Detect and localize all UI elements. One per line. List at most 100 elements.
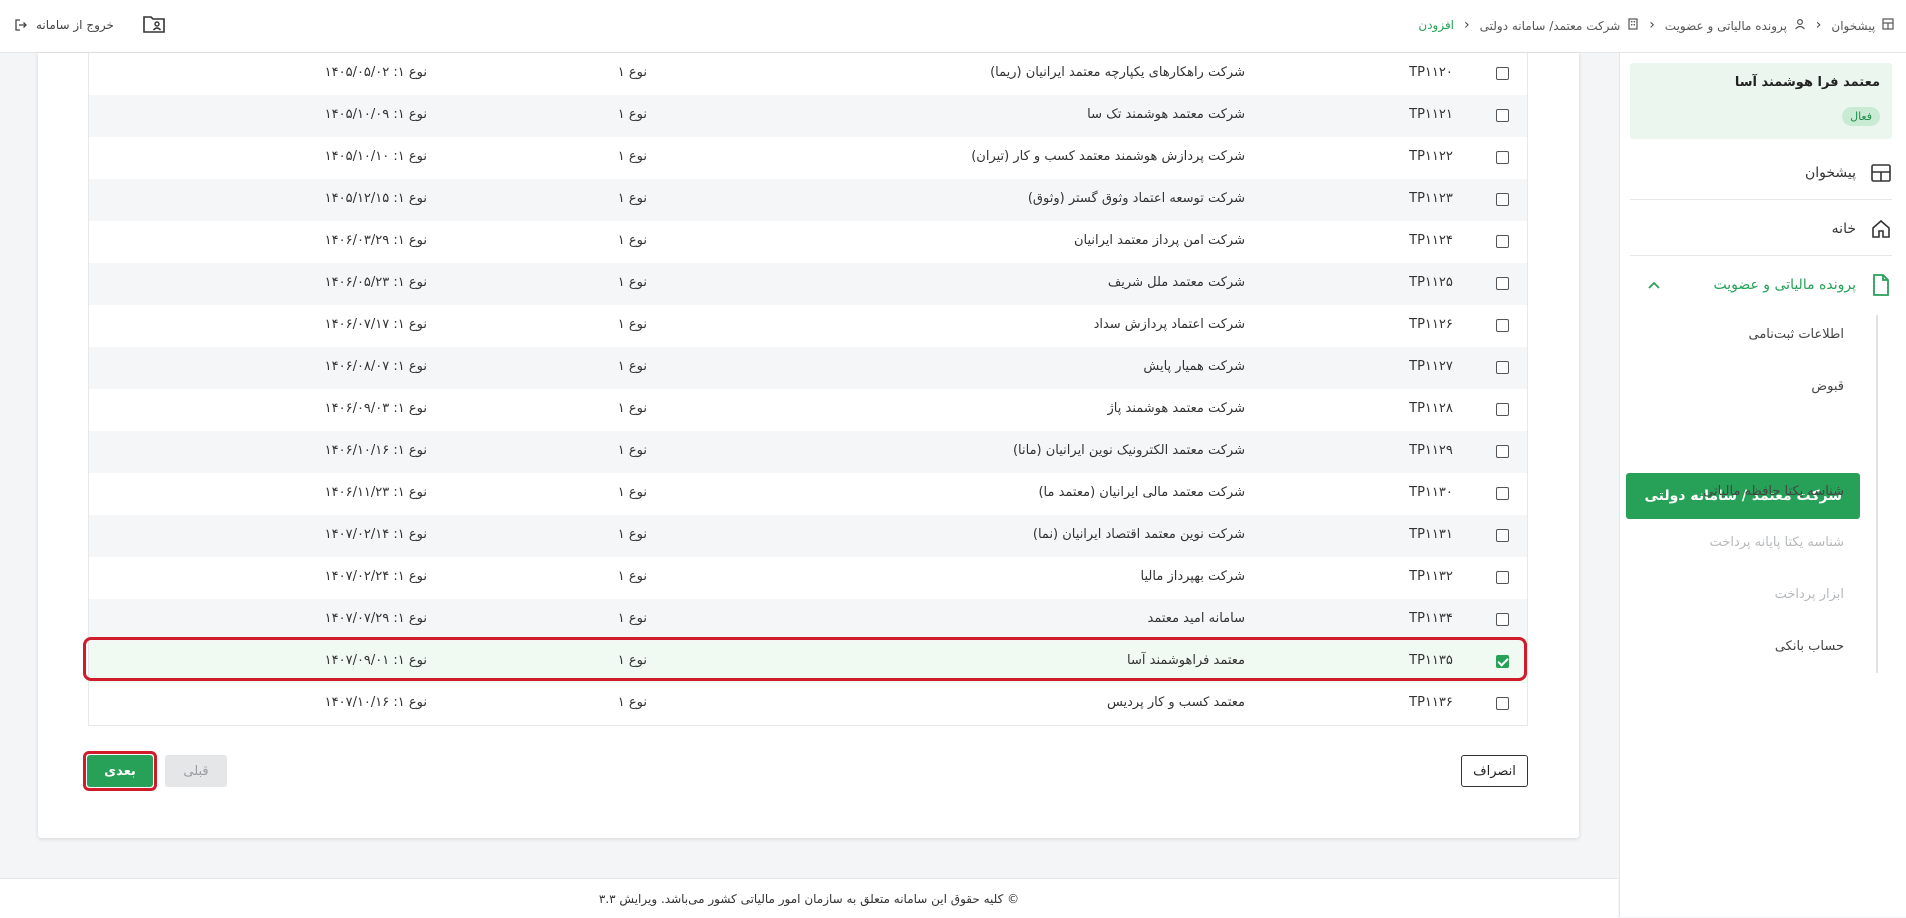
row-checkbox[interactable] [1496, 67, 1509, 80]
folder-user-icon [143, 15, 165, 33]
table-row: TP۱۱۲۷ شرکت همیار پایش نوع ۱ نوع ۱: ۱۴۰۶… [89, 347, 1527, 389]
row-checkbox[interactable] [1496, 529, 1509, 542]
table-row: TP۱۱۲۲ شرکت پردازش هوشمند معتمد کسب و کا… [89, 137, 1527, 179]
sidebar-subitem-bank-account[interactable]: حساب بانکی [1644, 639, 1844, 654]
row-checkbox[interactable] [1496, 277, 1509, 290]
table-row: TP۱۱۲۸ شرکت معتمد هوشمند پاژ نوع ۱ نوع ۱… [89, 389, 1527, 431]
row-checkbox[interactable] [1496, 487, 1509, 500]
row-name: شرکت معتمد مالی ایرانیان (معتمد ما) [1038, 485, 1245, 500]
row-name: شرکت امن پرداز معتمد ایرانیان [1073, 233, 1245, 248]
previous-button: قبلی [165, 755, 227, 787]
table-row: TP۱۱۲۴ شرکت امن پرداز معتمد ایرانیان نوع… [89, 221, 1527, 263]
row-type: نوع ۱ [617, 107, 647, 122]
row-expiry: نوع ۱: ۱۴۰۷/۰۲/۲۴ [324, 569, 427, 584]
sidebar-subitem-bills[interactable]: قبوض [1644, 379, 1844, 394]
row-checkbox[interactable] [1496, 319, 1509, 332]
row-expiry: نوع ۱: ۱۴۰۵/۱۰/۱۰ [324, 149, 427, 164]
table-row: TP۱۱۳۱ شرکت نوین معتمد اقتصاد ایرانیان (… [89, 515, 1527, 557]
row-checkbox[interactable] [1496, 613, 1509, 626]
sidebar-item-tax-file[interactable]: پرونده مالیاتی و عضویت [1630, 259, 1892, 311]
row-name: شرکت همیار پایش [1143, 359, 1245, 374]
user-box: معتمد فرا هوشمند آسا فعال [1630, 63, 1892, 139]
sidebar-item-dashboard[interactable]: پیشخوان [1630, 147, 1892, 199]
breadcrumb-item-trusted-company[interactable]: شرکت معتمد/ سامانه دولتی [1480, 17, 1640, 33]
row-expiry: نوع ۱: ۱۴۰۷/۱۰/۱۶ [324, 695, 427, 710]
chevron-up-icon[interactable] [1648, 277, 1660, 293]
main-card: TP۱۱۲۰ شرکت راهکارهای یکپارچه معتمد ایرا… [38, 53, 1579, 838]
sidebar-subitem-payment-tools: ابزار پرداخت [1774, 587, 1844, 602]
row-expiry: نوع ۱: ۱۴۰۷/۰۹/۰۱ [324, 653, 427, 668]
row-type: نوع ۱ [617, 695, 647, 710]
row-expiry: نوع ۱: ۱۴۰۶/۱۱/۲۳ [324, 485, 427, 500]
sidebar: معتمد فرا هوشمند آسا فعال پیشخوان خانه پ… [1619, 53, 1906, 917]
row-name: شرکت راهکارهای یکپارچه معتمد ایرانیان (ر… [990, 65, 1245, 80]
sidebar-item-home[interactable]: خانه [1630, 203, 1892, 255]
submenu-rail [1876, 315, 1878, 673]
row-type: نوع ۱ [617, 317, 647, 332]
table-row: TP۱۱۲۳ شرکت توسعه اعتماد وثوق گستر (وثوق… [89, 179, 1527, 221]
row-code: TP۱۱۲۹ [1409, 443, 1453, 458]
breadcrumb-item-tax-file[interactable]: پرونده مالیاتی و عضویت [1665, 18, 1806, 33]
user-name: معتمد فرا هوشمند آسا [1734, 75, 1880, 90]
sidebar-subitem-tax-memory-id[interactable]: شناسه یکتا حافظه مالیاتی [1644, 484, 1844, 499]
row-name: شرکت توسعه اعتماد وثوق گستر (وثوق) [1027, 191, 1245, 206]
row-expiry: نوع ۱: ۱۴۰۶/۰۵/۲۳ [324, 275, 427, 290]
row-name: معتمد کسب و کار پردیس [1106, 695, 1245, 710]
row-checkbox[interactable] [1496, 235, 1509, 248]
row-checkbox[interactable] [1496, 403, 1509, 416]
row-expiry: نوع ۱: ۱۴۰۵/۱۲/۱۵ [324, 191, 427, 206]
footer: © کلیه حقوق این سامانه متعلق به سازمان ا… [0, 878, 1618, 918]
row-expiry: نوع ۱: ۱۴۰۷/۰۲/۱۴ [324, 527, 427, 542]
row-code: TP۱۱۲۲ [1409, 149, 1453, 164]
row-checkbox[interactable] [1496, 151, 1509, 164]
table-row: TP۱۱۳۴ سامانه امید معتمد نوع ۱ نوع ۱: ۱۴… [89, 599, 1527, 641]
sidebar-subitem-registration-info[interactable]: اطلاعات ثبت‌نامی [1644, 327, 1845, 342]
row-code: TP۱۱۲۸ [1409, 401, 1453, 416]
file-icon [1870, 274, 1892, 296]
row-type: نوع ۱ [617, 275, 647, 290]
row-name: شرکت معتمد هوشمند پاژ [1107, 401, 1246, 416]
row-type: نوع ۱ [617, 233, 647, 248]
row-code: TP۱۱۳۰ [1409, 485, 1453, 500]
row-expiry: نوع ۱: ۱۴۰۶/۰۳/۲۹ [324, 233, 427, 248]
copyright-text: © کلیه حقوق این سامانه متعلق به سازمان ا… [598, 891, 1020, 906]
row-type: نوع ۱ [617, 527, 647, 542]
row-name: شرکت بهپرداز مالیا [1140, 569, 1245, 584]
row-name: شرکت نوین معتمد اقتصاد ایرانیان (نما) [1032, 527, 1245, 542]
breadcrumb-item-dashboard[interactable]: پیشخوان [1831, 17, 1894, 33]
row-checkbox[interactable] [1496, 697, 1509, 710]
table-row: TP۱۱۳۰ شرکت معتمد مالی ایرانیان (معتمد م… [89, 473, 1527, 515]
home-icon [1870, 218, 1892, 240]
row-checkbox-checked[interactable] [1496, 655, 1509, 668]
row-name: شرکت اعتماد پردازش سداد [1093, 317, 1245, 332]
row-checkbox[interactable] [1496, 445, 1509, 458]
row-type: نوع ۱ [617, 443, 647, 458]
row-type: نوع ۱ [617, 611, 647, 626]
status-badge: فعال [1842, 107, 1880, 126]
row-code: TP۱۱۲۰ [1409, 65, 1453, 80]
row-name: شرکت معتمد ملل شریف [1107, 275, 1245, 290]
row-checkbox[interactable] [1496, 109, 1509, 122]
table-row: TP۱۱۲۶ شرکت اعتماد پردازش سداد نوع ۱ نوع… [89, 305, 1527, 347]
row-code: TP۱۱۳۴ [1409, 611, 1453, 626]
building-icon [1628, 17, 1638, 30]
row-expiry: نوع ۱: ۱۴۰۶/۰۷/۱۷ [324, 317, 427, 332]
row-checkbox[interactable] [1496, 193, 1509, 206]
row-checkbox[interactable] [1496, 571, 1509, 584]
next-button[interactable]: بعدی [87, 755, 153, 787]
breadcrumb-item-add: افزودن [1418, 18, 1455, 32]
sidebar-subitem-payment-terminal-id: شناسه یکتا پایانه پرداخت [1709, 535, 1844, 550]
dashboard-icon [1870, 162, 1892, 184]
switch-profile-button[interactable] [142, 14, 166, 37]
cancel-button[interactable]: انصراف [1461, 755, 1528, 787]
user-icon [1794, 18, 1805, 29]
row-name: شرکت پردازش هوشمند معتمد کسب و کار (تیرا… [971, 149, 1245, 164]
exit-button[interactable]: خروج از سامانه [14, 18, 114, 32]
divider [1630, 199, 1892, 200]
row-type: نوع ۱ [617, 65, 647, 80]
row-code: TP۱۱۲۴ [1409, 233, 1453, 248]
row-checkbox[interactable] [1496, 361, 1509, 374]
row-name: سامانه امید معتمد [1147, 611, 1245, 626]
row-expiry: نوع ۱: ۱۴۰۷/۰۷/۲۹ [324, 611, 427, 626]
row-code: TP۱۱۲۱ [1409, 107, 1453, 122]
